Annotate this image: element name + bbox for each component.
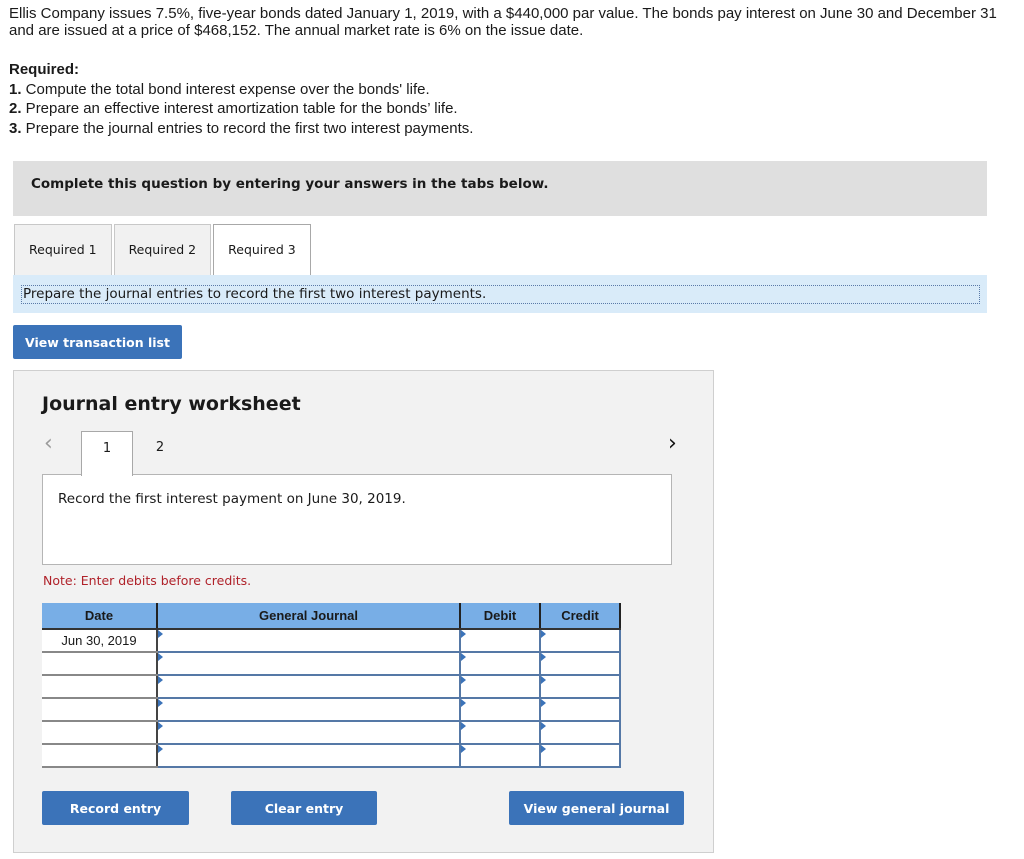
transaction-description-box: Record the first interest payment on Jun…	[42, 474, 672, 565]
general-journal-cell	[156, 652, 461, 676]
column-header-debit: Debit	[460, 603, 541, 630]
chevron-right-icon[interactable]: ›	[668, 431, 677, 456]
complete-question-banner: Complete this question by entering your …	[13, 161, 987, 216]
tab-required-1[interactable]: Required 1	[14, 224, 112, 275]
problem-statement: Ellis Company issues 7.5%, five-year bon…	[9, 5, 997, 39]
requirement-text: Prepare the journal entries to record th…	[21, 119, 474, 137]
debit-input[interactable]	[461, 699, 539, 720]
date-cell	[42, 721, 158, 745]
column-header-credit: Credit	[540, 603, 621, 630]
requirement-item: 1. Compute the total bond interest expen…	[9, 80, 473, 100]
debit-input[interactable]	[461, 676, 539, 697]
general-journal-input[interactable]	[158, 630, 459, 651]
requirement-item: 3. Prepare the journal entries to record…	[9, 119, 473, 139]
credit-input[interactable]	[541, 653, 619, 674]
credit-input[interactable]	[541, 630, 619, 651]
journal-row	[42, 675, 621, 699]
tab-required-3[interactable]: Required 3	[213, 224, 311, 276]
credit-cell	[539, 652, 621, 676]
view-general-journal-button[interactable]: View general journal	[509, 791, 684, 825]
credit-input[interactable]	[541, 699, 619, 720]
general-journal-cell	[156, 675, 461, 699]
debit-cell	[459, 629, 541, 653]
date-cell	[42, 675, 158, 699]
tab-required-2[interactable]: Required 2	[113, 224, 212, 275]
requirement-item: 2. Prepare an effective interest amortiz…	[9, 99, 473, 119]
credit-cell	[539, 698, 621, 722]
debit-input[interactable]	[461, 722, 539, 743]
general-journal-cell	[156, 721, 461, 745]
date-cell	[42, 652, 158, 676]
column-header-date: Date	[42, 603, 158, 630]
credit-input[interactable]	[541, 745, 619, 766]
general-journal-cell	[156, 698, 461, 722]
requirement-number: 3.	[9, 119, 22, 137]
chevron-left-icon[interactable]: ‹	[44, 431, 53, 456]
journal-header-row: Date General Journal Debit Credit	[42, 603, 621, 630]
debit-input[interactable]	[461, 653, 539, 674]
journal-row	[42, 698, 621, 722]
credit-cell	[539, 721, 621, 745]
general-journal-input[interactable]	[158, 745, 459, 766]
general-journal-input[interactable]	[158, 722, 459, 743]
debit-cell	[459, 698, 541, 722]
debits-note: Note: Enter debits before credits.	[43, 573, 252, 588]
required-heading: Required:	[9, 61, 80, 78]
debit-cell	[459, 675, 541, 699]
credit-input[interactable]	[541, 676, 619, 697]
general-journal-cell	[156, 744, 461, 768]
record-entry-button[interactable]: Record entry	[42, 791, 189, 825]
requirement-number: 1.	[9, 80, 22, 98]
column-header-general-journal: General Journal	[157, 603, 461, 630]
debit-cell	[459, 721, 541, 745]
debit-cell	[459, 652, 541, 676]
worksheet-page-1[interactable]: 1	[81, 431, 133, 476]
general-journal-input[interactable]	[158, 653, 459, 674]
instruction-text: Prepare the journal entries to record th…	[21, 285, 980, 304]
transaction-description: Record the first interest payment on Jun…	[58, 491, 406, 507]
clear-entry-button[interactable]: Clear entry	[231, 791, 377, 825]
date-cell	[42, 744, 158, 768]
general-journal-input[interactable]	[158, 676, 459, 697]
view-transaction-list-button[interactable]: View transaction list	[13, 325, 182, 359]
credit-cell	[539, 675, 621, 699]
worksheet-page-2[interactable]: 2	[135, 431, 185, 475]
requirements-section: Required: 1. Compute the total bond inte…	[9, 60, 473, 138]
date-cell	[42, 698, 158, 722]
debit-cell	[459, 744, 541, 768]
journal-row	[42, 652, 621, 676]
journal-table: Date General Journal Debit Credit Jun 30…	[42, 603, 621, 768]
requirement-number: 2.	[9, 100, 22, 117]
journal-row	[42, 744, 621, 768]
debit-input[interactable]	[461, 630, 539, 651]
general-journal-cell	[156, 629, 461, 653]
journal-entry-worksheet: Journal entry worksheet ‹ 1 2 › Record t…	[13, 370, 714, 853]
journal-row: Jun 30, 2019	[42, 629, 621, 653]
required-tabs: Required 1 Required 2 Required 3	[14, 224, 311, 276]
debit-input[interactable]	[461, 745, 539, 766]
credit-cell	[539, 744, 621, 768]
credit-cell	[539, 629, 621, 653]
instruction-band: Prepare the journal entries to record th…	[13, 275, 987, 313]
general-journal-input[interactable]	[158, 699, 459, 720]
requirement-text: Compute the total bond interest expense …	[21, 80, 430, 98]
date-cell: Jun 30, 2019	[42, 629, 158, 653]
worksheet-title: Journal entry worksheet	[42, 393, 301, 415]
requirement-text: Prepare an effective interest amortizati…	[21, 100, 458, 117]
credit-input[interactable]	[541, 722, 619, 743]
journal-row	[42, 721, 621, 745]
